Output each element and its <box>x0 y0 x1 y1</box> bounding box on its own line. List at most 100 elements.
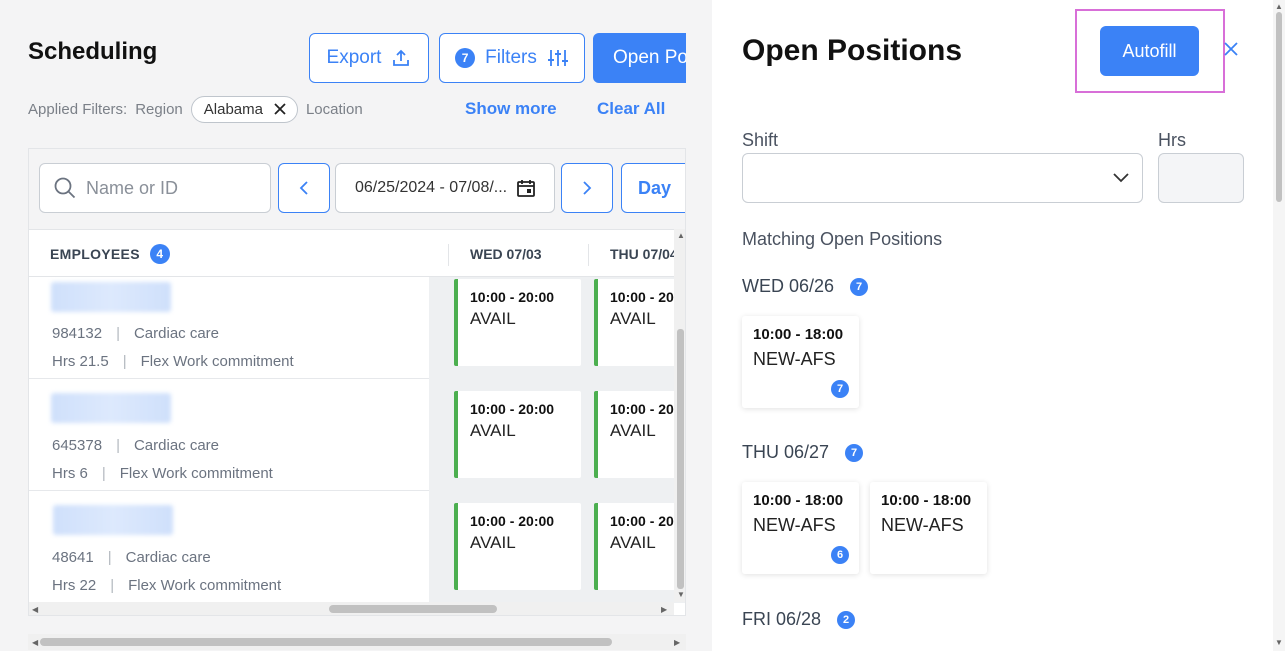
calendar-icon[interactable] <box>517 179 536 197</box>
open-position-card[interactable]: 10:00 - 18:00 NEW-AFS 7 <box>742 316 859 408</box>
employee-commitment: Flex Work commitment <box>140 353 294 370</box>
employee-row[interactable]: 48641 | Cardiac care Hrs 22 | Flex Work co… <box>29 491 429 603</box>
employees-header: EMPLOYEES 4 <box>50 244 170 264</box>
close-icon[interactable] <box>1224 36 1238 62</box>
employees-header-label: EMPLOYEES <box>50 246 140 262</box>
open-positions-label: Open Positions <box>613 47 686 68</box>
date-range-field[interactable]: 06/25/2024 - 07/08/... <box>335 163 555 213</box>
panel-vertical-scroll-thumb[interactable] <box>1276 12 1282 202</box>
open-day-header: WED 06/26 7 <box>742 276 869 297</box>
employee-name-redacted <box>51 393 171 423</box>
shift-row: 10:00 - 20:00 AVAIL 10:00 - 20:00 AVAIL <box>429 379 685 491</box>
sliders-icon <box>547 50 568 66</box>
applied-filters: Applied Filters: Region Alabama Location <box>28 94 363 124</box>
open-day-count-badge: 7 <box>845 443 864 462</box>
employee-commitment: Flex Work commitment <box>119 465 273 482</box>
open-day-label: WED 06/26 <box>742 276 835 296</box>
grid-vertical-scrollbar[interactable]: ▲ ▼ <box>674 229 685 602</box>
shift-card[interactable]: 10:00 - 20:00 AVAIL <box>454 391 581 478</box>
grid-horizontal-scrollbar[interactable]: ◀ ▶ <box>29 602 674 615</box>
open-positions-button[interactable]: Open Positions <box>593 33 686 83</box>
employee-row[interactable]: 645378 | Cardiac care Hrs 6 | Flex Work co… <box>29 379 429 491</box>
page-horizontal-scroll-thumb[interactable] <box>40 638 612 646</box>
shift-status: AVAIL <box>470 421 516 440</box>
shift-card[interactable]: 10:00 - 20:00 AVAIL <box>594 391 685 478</box>
employee-hours: Hrs 21.5 <box>52 353 109 370</box>
shift-card[interactable]: 10:00 - 20:00 AVAIL <box>594 503 685 590</box>
shift-time: 10:00 - 20:00 <box>470 401 555 417</box>
show-more-link[interactable]: Show more <box>465 99 557 119</box>
search-input[interactable]: Name or ID <box>39 163 271 213</box>
grid-toolbar: Name or ID 06/25/2024 - 07/08/... Day <box>29 149 685 229</box>
date-range-value: 06/25/2024 - 07/08/... <box>355 179 508 196</box>
open-day-label: FRI 06/28 <box>742 609 822 629</box>
open-day-count-badge: 2 <box>837 610 856 629</box>
employee-id: 984132 <box>52 325 103 342</box>
region-filter-chip[interactable]: Alabama <box>190 95 298 123</box>
employee-department: Cardiac care <box>125 549 211 566</box>
clear-all-link[interactable]: Clear All <box>597 99 665 119</box>
employee-name-redacted <box>53 505 173 535</box>
grid-vertical-scroll-thumb[interactable] <box>677 329 684 589</box>
search-placeholder: Name or ID <box>86 177 179 198</box>
shift-card[interactable]: 10:00 - 20:00 AVAIL <box>594 279 685 366</box>
applied-filters-label: Applied Filters: <box>28 100 128 118</box>
employee-hours: Hrs 6 <box>52 465 88 482</box>
shift-time: 10:00 - 20:00 <box>470 289 555 305</box>
schedule-grid: Name or ID 06/25/2024 - 07/08/... Day EM… <box>28 148 686 616</box>
region-chip-label: Alabama <box>203 100 263 118</box>
position-code: NEW-AFS <box>881 515 964 535</box>
open-positions-panel: Open Positions Autofill Shift Hrs Matchi… <box>712 0 1285 651</box>
panel-title: Open Positions <box>742 34 963 67</box>
position-count-badge: 7 <box>831 380 849 398</box>
employee-commitment: Flex Work commitment <box>128 577 282 594</box>
shift-row: 10:00 - 20:00 AVAIL 10:00 - 20:00 AVAIL <box>429 491 685 603</box>
shift-card[interactable]: 10:00 - 20:00 AVAIL <box>454 503 581 590</box>
hrs-field-label: Hrs <box>1158 130 1186 150</box>
day-view-button[interactable]: Day <box>621 163 685 213</box>
position-count-badge: 6 <box>831 546 849 564</box>
page-horizontal-scrollbar[interactable]: ◀ ▶ <box>28 634 686 650</box>
open-day-label: THU 06/27 <box>742 442 830 462</box>
open-position-card[interactable]: 10:00 - 18:00 NEW-AFS <box>870 482 987 574</box>
employee-hours-info: Hrs 21.5 | Flex Work commitment <box>52 353 294 370</box>
employee-info: 48641 | Cardiac care <box>52 549 211 566</box>
employees-count-badge: 4 <box>149 244 170 264</box>
open-position-card[interactable]: 10:00 - 18:00 NEW-AFS 6 <box>742 482 859 574</box>
filters-button[interactable]: 7 Filters <box>439 33 585 83</box>
employee-row[interactable]: 984132 | Cardiac care Hrs 21.5 | Flex Work… <box>29 277 429 379</box>
position-code: NEW-AFS <box>753 515 836 535</box>
position-time: 10:00 - 18:00 <box>753 326 844 343</box>
shift-card[interactable]: 10:00 - 20:00 AVAIL <box>454 279 581 366</box>
matching-positions-label: Matching Open Positions <box>742 229 943 249</box>
employee-info: 645378 | Cardiac care <box>52 437 220 454</box>
grid-header-row: EMPLOYEES 4 WED 07/03 THU 07/04 <box>29 229 685 277</box>
search-icon <box>54 177 76 199</box>
export-button[interactable]: Export <box>309 33 429 83</box>
position-code: NEW-AFS <box>753 349 836 369</box>
position-time: 10:00 - 18:00 <box>881 492 972 509</box>
shift-status: AVAIL <box>470 309 516 328</box>
position-time: 10:00 - 18:00 <box>753 492 844 509</box>
shift-time: 10:00 - 20:00 <box>470 513 555 529</box>
autofill-button[interactable]: Autofill <box>1100 26 1199 76</box>
shift-field-label: Shift <box>742 130 779 150</box>
grid-horizontal-scroll-thumb[interactable] <box>329 605 497 613</box>
next-range-button[interactable] <box>561 163 613 213</box>
panel-vertical-scrollbar[interactable]: ▲ ▼ <box>1273 0 1285 651</box>
upload-icon <box>393 49 410 66</box>
remove-filter-icon[interactable] <box>273 102 287 116</box>
hrs-input[interactable] <box>1158 153 1244 203</box>
open-day-count-badge: 7 <box>850 277 869 296</box>
page-title: Scheduling <box>28 38 158 65</box>
chevron-down-icon <box>1113 173 1129 183</box>
chevron-right-icon <box>583 181 592 195</box>
shift-select[interactable] <box>742 153 1143 203</box>
employee-hours-info: Hrs 6 | Flex Work commitment <box>52 465 273 482</box>
region-label: Region <box>135 100 183 118</box>
employee-name-redacted <box>51 282 171 312</box>
day-column-header: THU 07/04 <box>610 246 678 262</box>
shift-status: AVAIL <box>470 533 516 552</box>
day-column-header: WED 07/03 <box>470 246 542 262</box>
previous-range-button[interactable] <box>278 163 330 213</box>
